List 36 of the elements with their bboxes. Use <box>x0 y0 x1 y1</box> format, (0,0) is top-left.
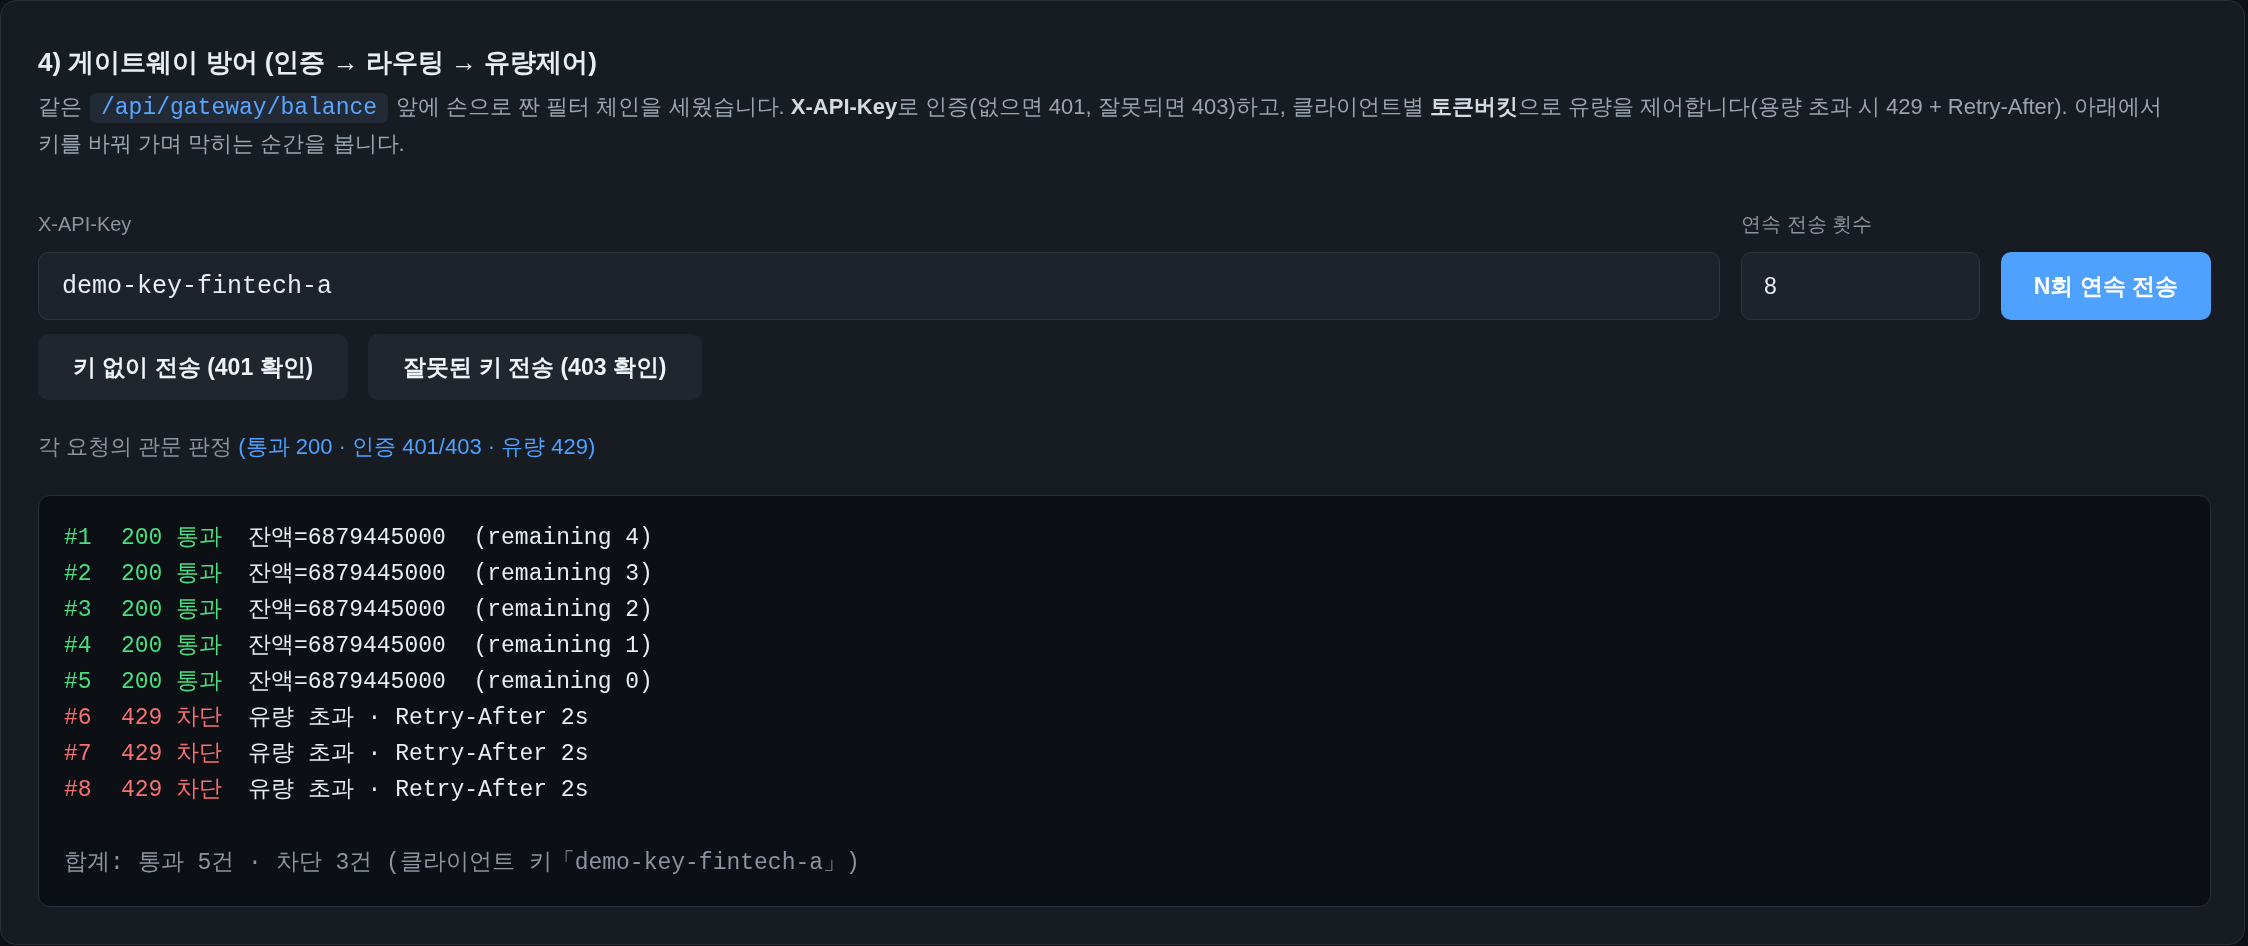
endpoint-code: /api/gateway/balance <box>90 93 389 123</box>
request-detail: 잔액=6879445000 (remaining 2) <box>248 596 654 625</box>
request-status: 429 차단 <box>121 704 224 733</box>
send-button[interactable]: 키 없이 전송 (401 확인) <box>38 334 349 400</box>
request-number: #3 <box>64 596 93 625</box>
description-text: 같은 /api/gateway/balance 앞에 손으로 짠 필터 체인을 세웠습니다. X-API-Key로 인증(없으면 401, 잘못되면 403)하고, 클라이언트별 토큰버킷으로 유량을 제어합니다(용량 초과 시 429 + Retry-After). 아래에서 키를 바꿔 가며 막히는 순간을 봅니다. <box>38 92 2163 158</box>
request-status: 200 통과 <box>121 596 224 625</box>
send-button[interactable]: 잘못된 키 전송 (403 확인) <box>368 334 702 400</box>
request-detail: 잔액=6879445000 (remaining 3) <box>248 560 654 589</box>
request-status: 429 차단 <box>121 776 224 805</box>
request-number: #5 <box>64 668 93 697</box>
request-status: 200 통과 <box>121 524 224 553</box>
request-status: 200 통과 <box>121 668 224 697</box>
api-key-input[interactable]: demo-key-fintech-a <box>38 252 1720 320</box>
section-title: 4) 게이트웨이 방어 (인증 → 라우팅 → 유량제어) <box>38 46 598 79</box>
request-status: 429 차단 <box>121 740 224 769</box>
field-label: X-API-Key <box>38 212 133 237</box>
request-number: #8 <box>64 776 93 805</box>
verdict-legend: (통과 200 · 인증 401/403 · 유량 429) <box>238 433 596 461</box>
request-status: 200 통과 <box>121 560 224 589</box>
request-detail: 잔액=6879445000 (remaining 4) <box>248 524 654 553</box>
request-detail: 유량 초과 · Retry-After 2s <box>248 704 590 733</box>
request-number: #7 <box>64 740 93 769</box>
request-status: 200 통과 <box>121 632 224 661</box>
count-input[interactable]: 8 <box>1741 252 1980 320</box>
request-detail: 잔액=6879445000 (remaining 1) <box>248 632 654 661</box>
request-detail: 잔액=6879445000 (remaining 0) <box>248 668 654 697</box>
request-detail: 유량 초과 · Retry-After 2s <box>248 776 590 805</box>
request-number: #1 <box>64 524 93 553</box>
request-number: #6 <box>64 704 93 733</box>
field-label: 연속 전송 횟수 <box>1741 212 1874 237</box>
log-summary: 합계: 통과 5건 · 차단 3건 (클라이언트 키「demo-key-fintech-a」) <box>64 849 861 878</box>
request-number: #2 <box>64 560 93 589</box>
verdict-caption: 각 요청의 관문 판정 <box>38 433 233 461</box>
request-number: #4 <box>64 632 93 661</box>
request-detail: 유량 초과 · Retry-After 2s <box>248 740 590 769</box>
